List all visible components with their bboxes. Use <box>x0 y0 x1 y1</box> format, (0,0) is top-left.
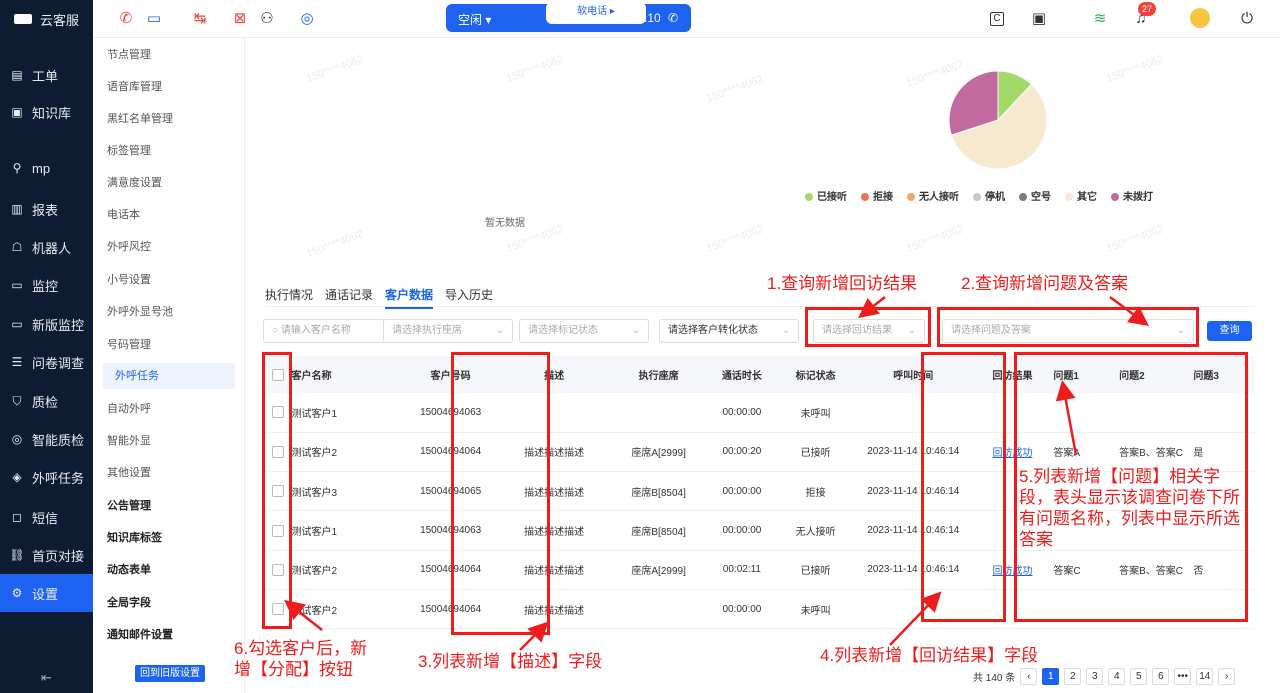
annotation-arrows <box>284 295 1150 651</box>
